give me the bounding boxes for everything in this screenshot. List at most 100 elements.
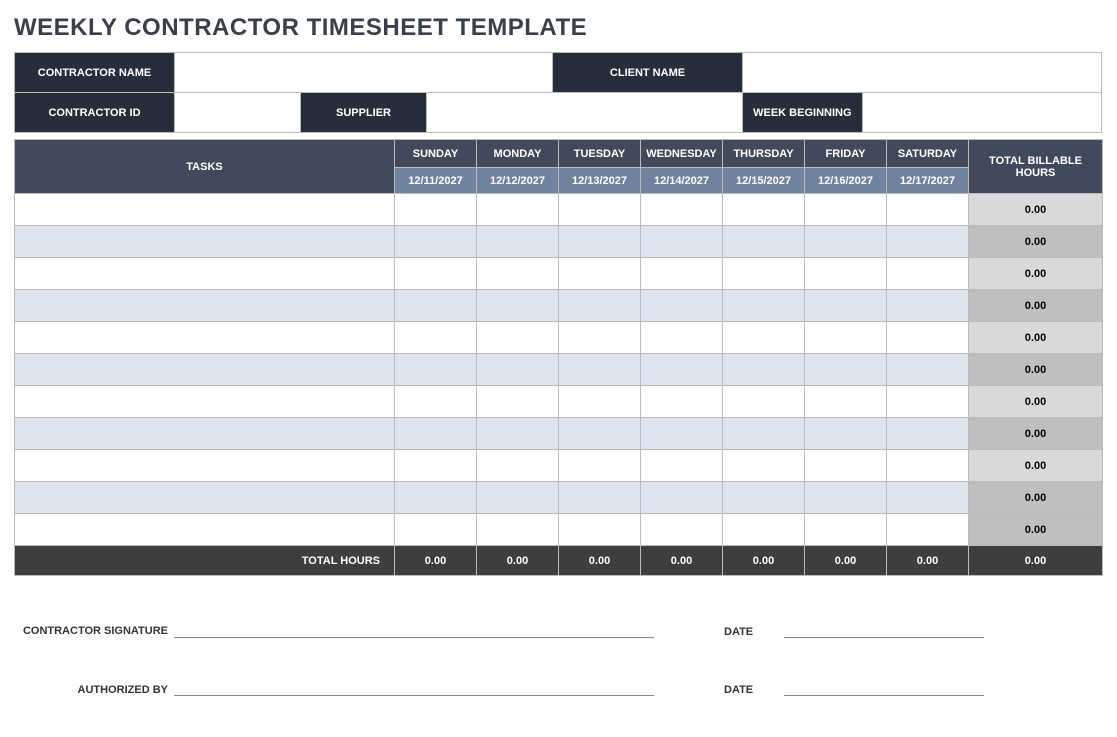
hours-cell[interactable]: [641, 386, 723, 418]
hours-cell[interactable]: [723, 258, 805, 290]
task-cell[interactable]: [15, 290, 395, 322]
hours-cell[interactable]: [559, 194, 641, 226]
hours-cell[interactable]: [477, 450, 559, 482]
task-cell[interactable]: [15, 322, 395, 354]
hours-cell[interactable]: [805, 226, 887, 258]
hours-cell[interactable]: [887, 514, 969, 546]
hours-cell[interactable]: [723, 450, 805, 482]
hours-cell[interactable]: [805, 194, 887, 226]
hours-cell[interactable]: [559, 258, 641, 290]
hours-cell[interactable]: [641, 450, 723, 482]
hours-cell[interactable]: [395, 226, 477, 258]
hours-cell[interactable]: [559, 386, 641, 418]
col-date-2: 12/13/2027: [559, 168, 641, 194]
hours-cell[interactable]: [887, 418, 969, 450]
hours-cell[interactable]: [887, 226, 969, 258]
hours-cell[interactable]: [477, 514, 559, 546]
task-cell[interactable]: [15, 514, 395, 546]
hours-cell[interactable]: [887, 258, 969, 290]
hours-cell[interactable]: [805, 514, 887, 546]
hours-cell[interactable]: [641, 290, 723, 322]
hours-cell[interactable]: [477, 322, 559, 354]
hours-cell[interactable]: [559, 482, 641, 514]
hours-cell[interactable]: [805, 418, 887, 450]
hours-cell[interactable]: [723, 386, 805, 418]
supplier-input[interactable]: [427, 93, 743, 133]
hours-cell[interactable]: [395, 386, 477, 418]
hours-cell[interactable]: [395, 258, 477, 290]
hours-cell[interactable]: [477, 482, 559, 514]
hours-cell[interactable]: [477, 386, 559, 418]
hours-cell[interactable]: [559, 354, 641, 386]
hours-cell[interactable]: [477, 226, 559, 258]
hours-cell[interactable]: [641, 194, 723, 226]
hours-cell[interactable]: [641, 482, 723, 514]
hours-cell[interactable]: [477, 290, 559, 322]
hours-cell[interactable]: [477, 354, 559, 386]
task-cell[interactable]: [15, 418, 395, 450]
task-cell[interactable]: [15, 450, 395, 482]
row-total: 0.00: [969, 482, 1103, 514]
hours-cell[interactable]: [395, 290, 477, 322]
hours-cell[interactable]: [723, 418, 805, 450]
contractor-name-input[interactable]: [175, 53, 553, 93]
hours-cell[interactable]: [805, 386, 887, 418]
hours-cell[interactable]: [723, 290, 805, 322]
hours-cell[interactable]: [723, 226, 805, 258]
hours-cell[interactable]: [887, 290, 969, 322]
hours-cell[interactable]: [395, 450, 477, 482]
client-name-input[interactable]: [743, 53, 1102, 93]
hours-cell[interactable]: [805, 258, 887, 290]
hours-cell[interactable]: [887, 354, 969, 386]
hours-cell[interactable]: [641, 322, 723, 354]
task-cell[interactable]: [15, 258, 395, 290]
hours-cell[interactable]: [641, 258, 723, 290]
contractor-date-line[interactable]: [784, 612, 984, 638]
hours-cell[interactable]: [477, 258, 559, 290]
week-beginning-input[interactable]: [862, 93, 1101, 133]
hours-cell[interactable]: [723, 482, 805, 514]
hours-cell[interactable]: [559, 450, 641, 482]
hours-cell[interactable]: [559, 226, 641, 258]
task-cell[interactable]: [15, 482, 395, 514]
hours-cell[interactable]: [887, 450, 969, 482]
contractor-id-input[interactable]: [175, 93, 301, 133]
hours-cell[interactable]: [395, 354, 477, 386]
hours-cell[interactable]: [559, 418, 641, 450]
hours-cell[interactable]: [805, 290, 887, 322]
task-cell[interactable]: [15, 194, 395, 226]
hours-cell[interactable]: [805, 354, 887, 386]
hours-cell[interactable]: [395, 322, 477, 354]
hours-cell[interactable]: [395, 418, 477, 450]
hours-cell[interactable]: [723, 514, 805, 546]
contractor-signature-line[interactable]: [174, 612, 654, 638]
hours-cell[interactable]: [641, 418, 723, 450]
hours-cell[interactable]: [805, 450, 887, 482]
hours-cell[interactable]: [559, 514, 641, 546]
hours-cell[interactable]: [723, 354, 805, 386]
hours-cell[interactable]: [477, 194, 559, 226]
hours-cell[interactable]: [723, 194, 805, 226]
hours-cell[interactable]: [641, 226, 723, 258]
hours-cell[interactable]: [559, 322, 641, 354]
hours-cell[interactable]: [887, 482, 969, 514]
hours-cell[interactable]: [641, 354, 723, 386]
hours-cell[interactable]: [723, 322, 805, 354]
hours-cell[interactable]: [395, 514, 477, 546]
hours-cell[interactable]: [559, 290, 641, 322]
hours-cell[interactable]: [887, 322, 969, 354]
hours-cell[interactable]: [477, 418, 559, 450]
authorized-date-line[interactable]: [784, 670, 984, 696]
task-cell[interactable]: [15, 226, 395, 258]
hours-cell[interactable]: [395, 482, 477, 514]
hours-cell[interactable]: [887, 386, 969, 418]
authorized-by-line[interactable]: [174, 670, 654, 696]
task-cell[interactable]: [15, 354, 395, 386]
hours-cell[interactable]: [805, 482, 887, 514]
hours-cell[interactable]: [887, 194, 969, 226]
col-date-6: 12/17/2027: [887, 168, 969, 194]
hours-cell[interactable]: [805, 322, 887, 354]
hours-cell[interactable]: [395, 194, 477, 226]
hours-cell[interactable]: [641, 514, 723, 546]
task-cell[interactable]: [15, 386, 395, 418]
